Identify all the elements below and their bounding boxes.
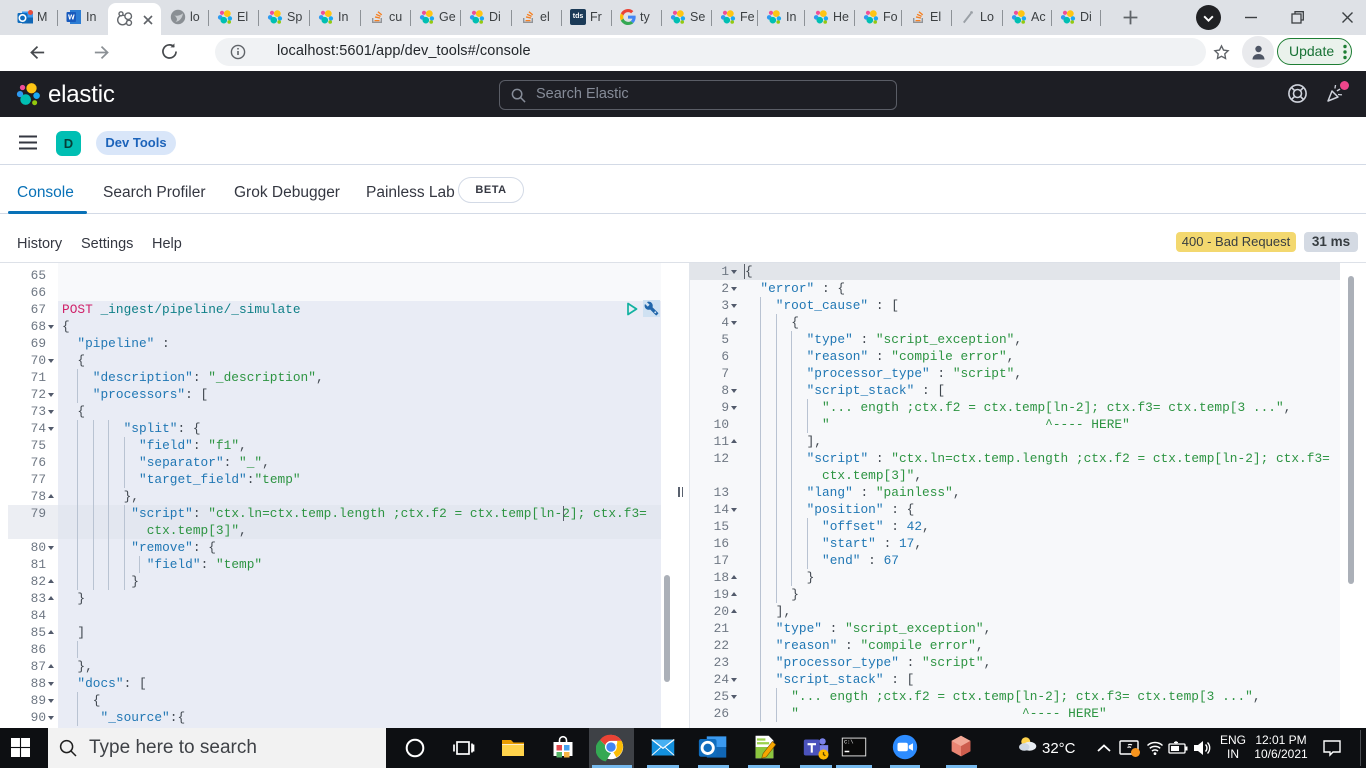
svg-text:C:\: C:\ [844,739,853,745]
